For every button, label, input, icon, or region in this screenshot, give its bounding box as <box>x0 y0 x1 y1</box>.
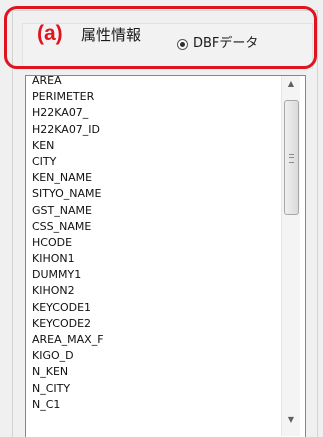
field-list-item[interactable]: AREA_MAX_F <box>32 332 104 348</box>
field-list-item[interactable]: N_KEN <box>32 364 104 380</box>
field-list-item[interactable]: H22KA07_ID <box>32 122 104 138</box>
field-list-item[interactable]: GST_NAME <box>32 203 104 219</box>
field-list-item[interactable]: DUMMY1 <box>32 267 104 283</box>
field-list-item[interactable]: N_CITY <box>32 381 104 397</box>
field-list: AREA PERIMETER H22KA07_ H22KA07_ID KEN CITY KE… <box>32 76 104 413</box>
field-list-item[interactable]: KIHON2 <box>32 283 104 299</box>
field-list-item[interactable]: HCODE <box>32 235 104 251</box>
field-list-item[interactable]: CSS_NAME <box>32 219 104 235</box>
field-list-item[interactable]: PERIMETER <box>32 89 104 105</box>
field-list-item[interactable]: KEYCODE1 <box>32 300 104 316</box>
grip-icon <box>289 154 294 163</box>
field-list-item[interactable]: H22KA07_ <box>32 105 104 121</box>
field-list-item[interactable]: KEYCODE2 <box>32 316 104 332</box>
annotation-label: (a) <box>37 22 63 45</box>
scroll-thumb[interactable] <box>284 100 299 215</box>
field-list-item[interactable]: KIHON1 <box>32 251 104 267</box>
field-list-item[interactable]: AREA <box>32 76 104 89</box>
field-list-box[interactable]: AREA PERIMETER H22KA07_ H22KA07_ID KEN CITY KE… <box>25 75 306 437</box>
field-list-item[interactable]: KEN_NAME <box>32 170 104 186</box>
dbf-radio-button[interactable] <box>177 39 188 50</box>
scroll-up-icon[interactable]: ▲ <box>282 76 300 92</box>
field-list-item[interactable]: N_C1 <box>32 397 104 413</box>
vertical-scrollbar[interactable]: ▲ ▼ <box>281 76 300 436</box>
field-list-item[interactable]: CITY <box>32 154 104 170</box>
field-list-item[interactable]: SITYO_NAME <box>32 186 104 202</box>
field-list-item[interactable]: KEN <box>32 138 104 154</box>
attribute-title: 属性情報 <box>81 26 142 44</box>
dbf-radio-label[interactable]: DBFデータ <box>193 36 258 51</box>
field-list-item[interactable]: KIGO_D <box>32 348 104 364</box>
scroll-down-icon[interactable]: ▼ <box>282 412 300 428</box>
